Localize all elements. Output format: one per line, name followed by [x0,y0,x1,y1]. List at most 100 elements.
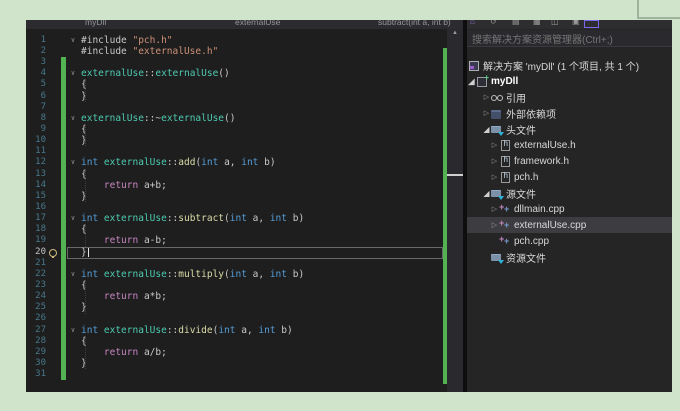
code-editor[interactable]: myDll externalUse subtract(int a, int b)… [26,20,463,392]
tree-item-pch.h[interactable]: ▷ pch.h [467,169,672,185]
tree-item-[interactable]: ◢ 源文件 [467,185,672,201]
code-line[interactable]: 20} [26,246,463,260]
fold-chevron-icon[interactable]: ∨ [67,35,79,46]
line-number: 25 [35,302,46,313]
collapsed-arrow-icon[interactable]: ▷ [482,109,491,117]
code-line[interactable]: 10} [26,135,463,147]
code-line[interactable]: 8 ∨ externalUse::~externalUse() [26,112,463,125]
collapsed-arrow-icon[interactable]: ▷ [490,221,499,229]
tree-item-[interactable]: ▷ 外部依赖项 [467,105,672,121]
collapse-all-icon[interactable]: ▦ [533,20,541,26]
code-line[interactable]: 4 ∨ externalUse::externalUse() [26,68,463,80]
change-tracking-bar [61,168,66,180]
collapsed-arrow-icon[interactable]: ▷ [490,205,499,213]
show-all-files-icon[interactable]: ◫ [551,20,559,26]
search-input[interactable] [467,32,672,49]
extdep-icon [491,108,503,119]
code-line[interactable]: 31 [26,369,463,381]
code-line[interactable]: 9{ [26,124,463,136]
tree-item-framework.h[interactable]: ▷ framework.h [467,153,672,169]
tree-item-pch.cpp[interactable]: pch.cpp [467,233,672,249]
code-line[interactable]: 6} [26,90,463,102]
fold-chevron-icon[interactable]: ∨ [67,325,79,336]
indent-guide [84,335,86,370]
line-number: 15 [35,190,46,201]
code-line[interactable]: 18{ [26,224,463,236]
change-tracking-bar [61,57,66,69]
tree-item-[interactable]: ◢ 头文件 [467,121,672,137]
fold-chevron-icon[interactable]: ∨ [67,269,79,280]
collapsed-arrow-icon[interactable]: ▷ [490,157,499,165]
solution-search-box[interactable] [467,30,672,49]
tree-item-mydll-1-1[interactable]: 解决方案 'myDll' (1 个项目, 共 1 个) [467,57,672,73]
line-number: 7 [40,101,46,112]
line-number: 13 [35,168,46,179]
code-line[interactable]: 1 ∨ #include "pch.h" [26,35,463,46]
expanded-arrow-icon[interactable]: ◢ [467,77,476,86]
sync-with-active-document-icon[interactable] [584,20,599,28]
breadcrumb-member-dropdown[interactable]: subtract(int a, int b) [378,20,451,27]
properties-icon[interactable]: ▣ [572,20,580,26]
breadcrumb-project-dropdown[interactable]: myDll [85,20,106,27]
code-line[interactable]: 14 return a+b; [26,179,463,191]
change-tracking-bar [61,246,66,258]
fold-chevron-icon[interactable]: ∨ [67,68,79,79]
code-line[interactable]: 13{ [26,168,463,180]
code-line[interactable]: 23{ [26,279,463,292]
scrollbar-up-icon[interactable]: ▲ [447,30,463,36]
collapsed-arrow-icon[interactable]: ▷ [490,141,499,149]
indent-guide [84,224,86,247]
code-line[interactable]: 30} [26,357,463,370]
change-tracking-bar [61,235,66,247]
code-line[interactable]: 29 return a/b; [26,346,463,358]
fold-chevron-icon[interactable]: ∨ [67,213,79,224]
change-tracking-bar [61,146,66,158]
expanded-arrow-icon[interactable]: ◢ [482,189,491,198]
breadcrumb-type-dropdown[interactable]: externalUse [235,20,280,27]
expanded-arrow-icon[interactable]: ◢ [482,125,491,134]
code-line[interactable]: 22 ∨ int externalUse::multiply(int a, int … [26,268,463,280]
code-area[interactable]: 1 ∨ #include "pch.h" 2 #include "externalUse… [26,35,463,381]
lightbulb-icon[interactable] [49,248,57,258]
code-line[interactable]: 16 [26,202,463,214]
code-line[interactable]: 15} [26,190,463,202]
line-number: 8 [40,112,46,123]
tree-item-dllmain.cpp[interactable]: ▷ dllmain.cpp [467,201,672,217]
change-tracking-bar [61,268,66,280]
code-line[interactable]: 7 [26,101,463,113]
line-number: 26 [35,313,46,324]
fold-chevron-icon[interactable]: ∨ [67,113,79,124]
tree-item-[interactable]: 资源文件 [467,249,672,265]
indent-guide [84,280,86,314]
tree-item-mydll[interactable]: ◢ myDll [467,73,672,89]
code-line[interactable]: 19 return a-b; [26,235,463,247]
change-tracking-bar [61,257,66,269]
code-line[interactable]: 28{ [26,335,463,347]
code-line[interactable]: 25} [26,302,463,314]
code-line[interactable]: 3 [26,57,463,69]
sync-icon[interactable]: ↺ [490,20,497,26]
tree-item-label: framework.h [514,155,570,167]
code-line[interactable]: 12 ∨ int externalUse::add(int a, int b) [26,157,463,169]
tree-item-externaluse.h[interactable]: ▷ externalUse.h [467,137,672,153]
back-icon[interactable]: ⌂ [470,20,475,26]
scrollbar-track[interactable] [447,29,463,392]
code-line[interactable]: 27 ∨ int externalUse::divide(int a, int b) [26,324,463,336]
fold-chevron-icon[interactable]: ∨ [67,157,79,168]
line-number: 17 [35,213,46,224]
code-line[interactable]: 2 #include "externalUse.h" [26,46,463,57]
tree-item-externaluse.cpp[interactable]: ▷ externalUse.cpp [467,217,672,233]
code-line[interactable]: 21 [26,257,463,269]
tree-item-[interactable]: ▷ 引用 [467,89,672,105]
collapsed-arrow-icon[interactable]: ▷ [482,93,491,101]
code-line[interactable]: 5{ [26,79,463,91]
collapsed-arrow-icon[interactable]: ▷ [490,173,499,181]
refresh-icon[interactable]: ▤ [512,20,520,26]
code-line[interactable]: 11 [26,146,463,158]
code-line[interactable]: 26 [26,313,463,325]
line-number: 6 [40,90,46,101]
code-line[interactable]: 17 ∨ int externalUse::subtract(int a, int … [26,213,463,225]
code-line[interactable]: 24 return a*b; [26,291,463,303]
line-number: 11 [35,146,46,157]
hfile-icon [499,155,511,167]
